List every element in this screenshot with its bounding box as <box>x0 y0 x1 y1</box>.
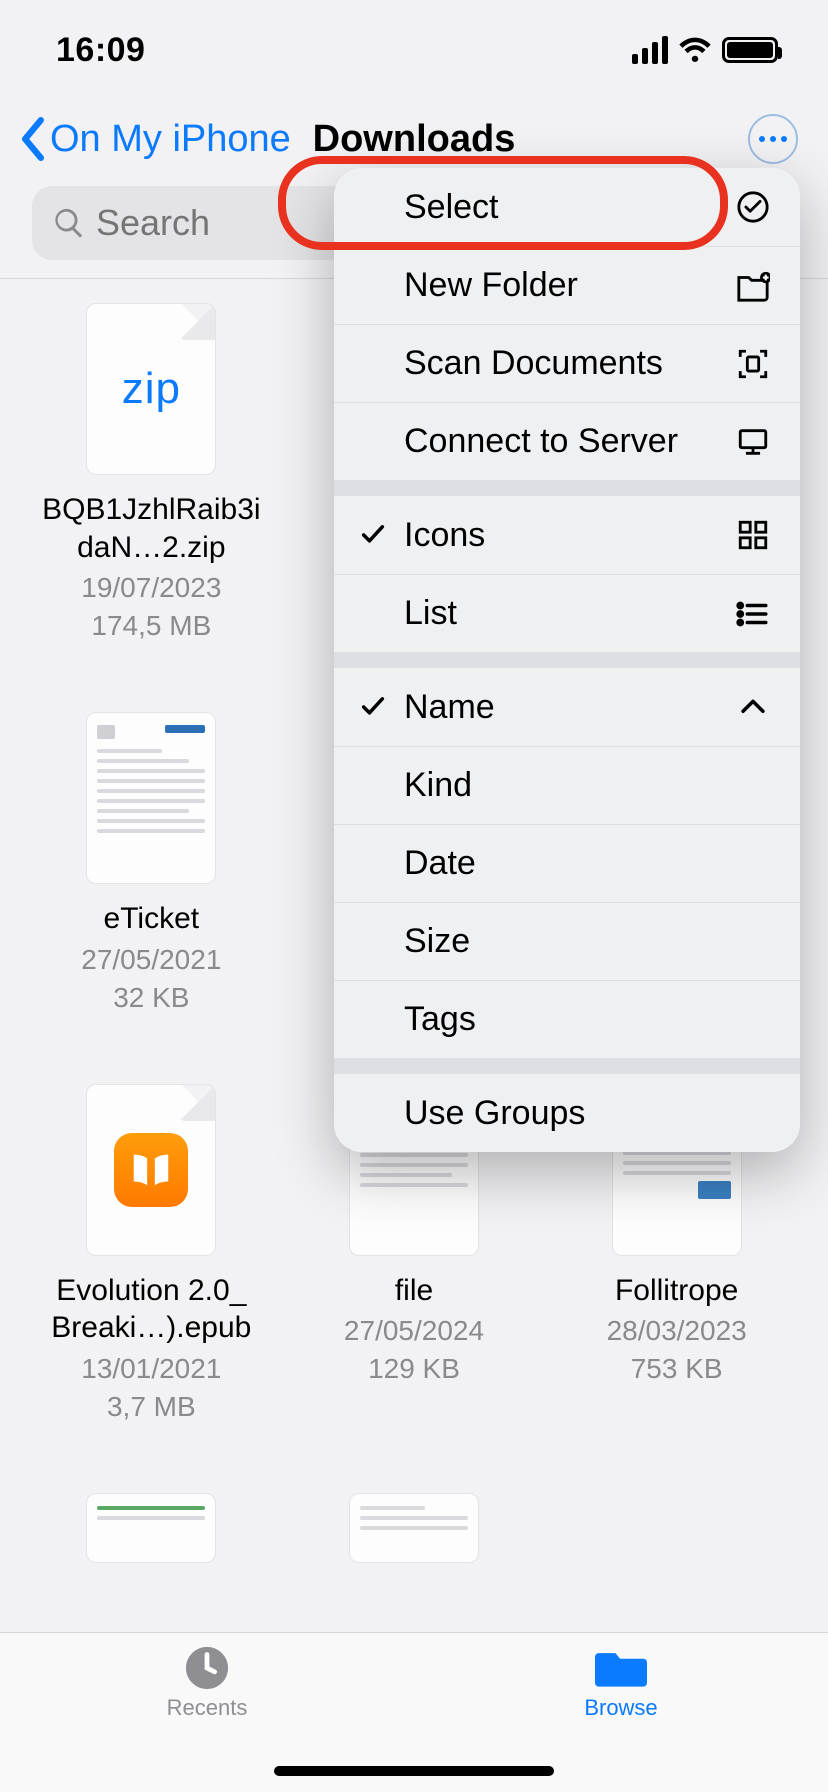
file-date: 27/05/2024 <box>344 1315 484 1347</box>
menu-view-icons[interactable]: Icons <box>334 496 800 574</box>
file-thumbnail <box>86 1084 216 1256</box>
menu-label: Size <box>404 922 470 961</box>
menu-label: Icons <box>404 516 485 555</box>
home-indicator[interactable] <box>274 1766 554 1776</box>
menu-sort-tags[interactable]: Tags <box>334 980 800 1058</box>
pdf-preview-icon <box>87 713 215 883</box>
file-size: 3,7 MB <box>107 1391 196 1423</box>
file-item[interactable] <box>34 1493 269 1563</box>
menu-connect-server[interactable]: Connect to Server <box>334 402 800 480</box>
file-name: Follitrope <box>615 1272 738 1310</box>
grid-icon <box>736 518 770 552</box>
status-bar: 16:09 <box>0 0 828 100</box>
menu-label: Date <box>404 844 476 883</box>
search-icon <box>52 206 86 240</box>
file-size: 129 KB <box>368 1353 460 1385</box>
ellipsis-icon <box>759 136 787 142</box>
menu-new-folder[interactable]: New Folder <box>334 246 800 324</box>
menu-sort-kind[interactable]: Kind <box>334 746 800 824</box>
context-menu: Select New Folder Scan Documents Connect… <box>334 168 800 1152</box>
menu-select[interactable]: Select <box>334 168 800 246</box>
clock-icon <box>181 1645 233 1691</box>
page-title: Downloads <box>313 118 516 161</box>
cellular-icon <box>632 36 668 64</box>
menu-sort-name[interactable]: Name <box>334 668 800 746</box>
file-name: BQB1JzhlRaib3idaN…2.zip <box>41 491 261 566</box>
menu-use-groups[interactable]: Use Groups <box>334 1074 800 1152</box>
pdf-preview-icon <box>87 1494 215 1562</box>
menu-label: Name <box>404 688 495 727</box>
menu-label: List <box>404 594 457 633</box>
file-thumbnail <box>86 1493 216 1563</box>
book-icon <box>114 1133 188 1207</box>
menu-view-list[interactable]: List <box>334 574 800 652</box>
file-date: 27/05/2021 <box>81 944 221 976</box>
more-button[interactable] <box>748 114 798 164</box>
menu-label: Scan Documents <box>404 344 663 383</box>
menu-label: Use Groups <box>404 1094 585 1133</box>
back-label: On My iPhone <box>50 118 291 161</box>
checkmark-circle-icon <box>736 190 770 224</box>
menu-sort-date[interactable]: Date <box>334 824 800 902</box>
file-item[interactable]: zip BQB1JzhlRaib3idaN…2.zip 19/07/2023 1… <box>34 303 269 642</box>
server-icon <box>736 425 770 459</box>
tab-label: Recents <box>167 1695 248 1721</box>
pdf-preview-icon <box>350 1494 478 1562</box>
menu-label: Kind <box>404 766 472 805</box>
file-size: 174,5 MB <box>91 610 211 642</box>
menu-label: Select <box>404 188 499 227</box>
menu-label: New Folder <box>404 266 578 305</box>
back-button[interactable]: On My iPhone <box>18 117 291 161</box>
wifi-icon <box>678 36 712 64</box>
tab-label: Browse <box>584 1695 657 1721</box>
menu-scan-documents[interactable]: Scan Documents <box>334 324 800 402</box>
file-date: 13/01/2021 <box>81 1353 221 1385</box>
scan-icon <box>736 347 770 381</box>
file-size: 32 KB <box>113 982 189 1014</box>
status-indicators <box>632 36 778 64</box>
chevron-left-icon <box>18 117 48 161</box>
file-date: 28/03/2023 <box>607 1315 747 1347</box>
menu-sort-size[interactable]: Size <box>334 902 800 980</box>
status-time: 16:09 <box>56 31 145 70</box>
checkmark-icon <box>358 520 388 550</box>
zip-icon: zip <box>122 364 181 414</box>
menu-label: Connect to Server <box>404 422 678 461</box>
file-item[interactable]: Evolution 2.0_ Breaki…).epub 13/01/2021 … <box>34 1084 269 1423</box>
file-thumbnail <box>349 1493 479 1563</box>
file-name: file <box>395 1272 433 1310</box>
menu-label: Tags <box>404 1000 476 1039</box>
battery-icon <box>722 37 778 63</box>
folder-icon <box>595 1645 647 1691</box>
folder-plus-icon <box>736 269 770 303</box>
file-thumbnail: zip <box>86 303 216 475</box>
file-item[interactable]: eTicket 27/05/2021 32 KB <box>34 712 269 1014</box>
file-date: 19/07/2023 <box>81 572 221 604</box>
file-name: Evolution 2.0_ Breaki…).epub <box>41 1272 261 1347</box>
list-icon <box>736 597 770 631</box>
nav-header: On My iPhone Downloads <box>0 100 828 178</box>
checkmark-icon <box>358 692 388 722</box>
file-thumbnail <box>86 712 216 884</box>
file-item[interactable] <box>297 1493 532 1563</box>
file-name: eTicket <box>104 900 200 938</box>
file-size: 753 KB <box>631 1353 723 1385</box>
tab-bar: Recents Browse <box>0 1632 828 1792</box>
chevron-up-icon <box>736 690 770 724</box>
